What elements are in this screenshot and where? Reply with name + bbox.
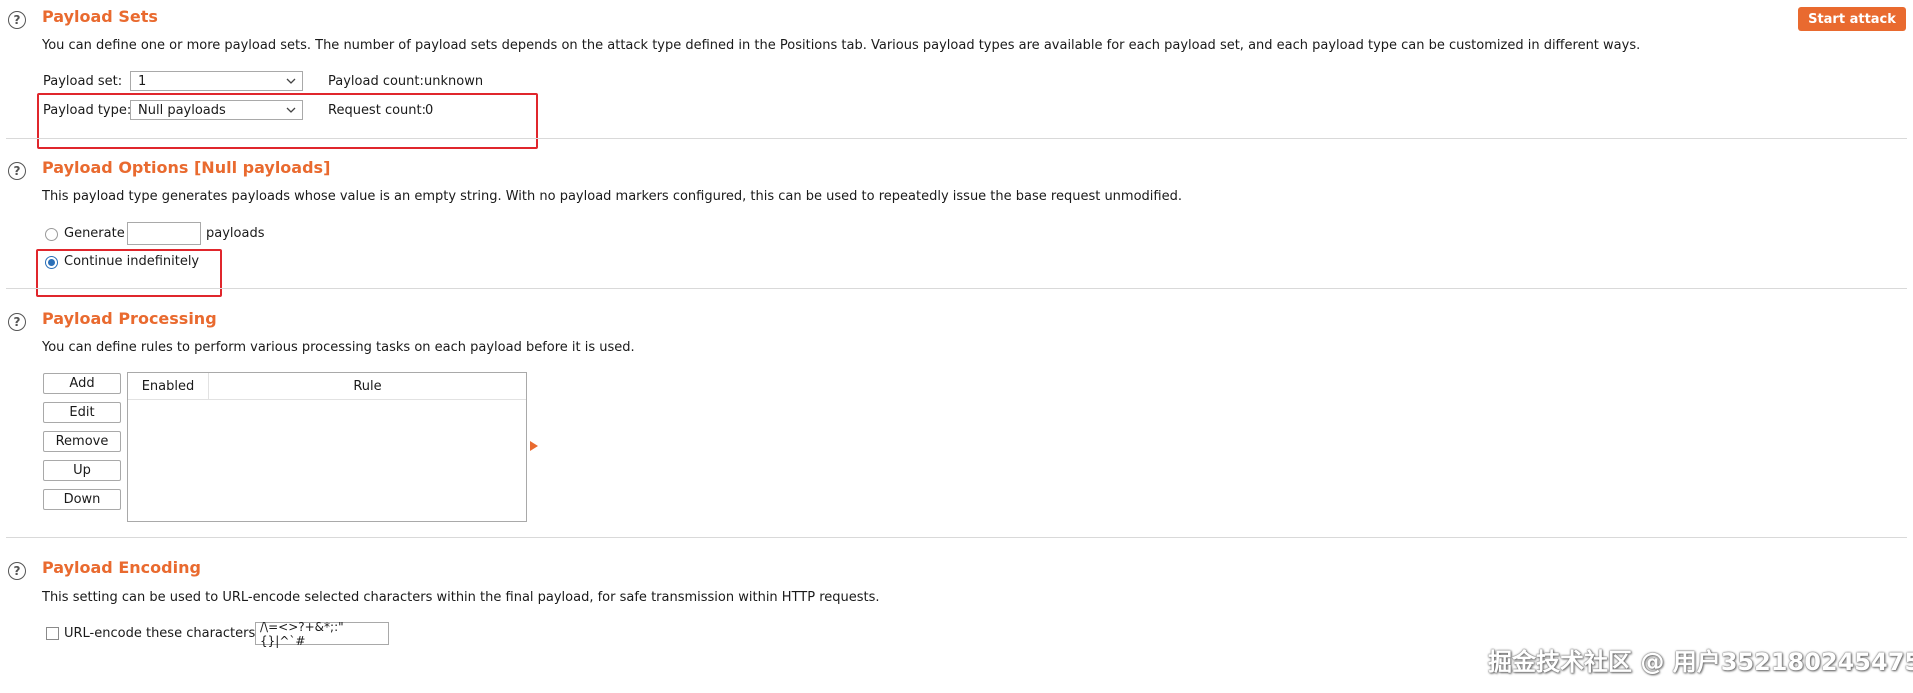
payload-processing-title: Payload Processing bbox=[42, 309, 217, 328]
down-rule-button[interactable]: Down bbox=[43, 489, 121, 510]
table-header: Enabled Rule bbox=[128, 373, 526, 400]
section-divider bbox=[6, 537, 1907, 538]
remove-rule-button[interactable]: Remove bbox=[43, 431, 121, 452]
payload-sets-title: Payload Sets bbox=[42, 7, 158, 26]
help-icon[interactable]: ? bbox=[8, 162, 26, 180]
generate-label: Generate bbox=[64, 226, 125, 241]
watermark-text: 掘金技术社区 @ 用户352180245475 bbox=[1488, 648, 1913, 676]
highlight-box-continue bbox=[36, 249, 222, 297]
column-header-enabled[interactable]: Enabled bbox=[128, 373, 209, 399]
payload-encoding-description: This setting can be used to URL-encode s… bbox=[42, 590, 880, 605]
add-rule-button[interactable]: Add bbox=[43, 373, 121, 394]
section-divider bbox=[6, 138, 1907, 139]
generate-count-input[interactable] bbox=[127, 222, 201, 245]
column-header-rule[interactable]: Rule bbox=[209, 373, 526, 399]
chevron-down-icon bbox=[286, 78, 296, 84]
payload-count-label: Payload count: bbox=[328, 74, 424, 89]
help-icon[interactable]: ? bbox=[8, 313, 26, 331]
section-divider bbox=[6, 288, 1907, 289]
url-encode-characters-input[interactable]: /\=<>?+&*;:"{}|^`# bbox=[255, 620, 389, 648]
payload-set-select[interactable]: 1 bbox=[130, 71, 303, 91]
start-attack-button[interactable]: Start attack bbox=[1798, 7, 1906, 31]
payload-set-label: Payload set: bbox=[43, 74, 123, 89]
url-encode-label: URL-encode these characters: bbox=[64, 626, 260, 641]
payload-set-value: 1 bbox=[138, 73, 147, 89]
edit-rule-button[interactable]: Edit bbox=[43, 402, 121, 423]
payloads-suffix-label: payloads bbox=[206, 226, 265, 241]
highlight-box-payload-type bbox=[37, 93, 538, 149]
payload-sets-description: You can define one or more payload sets.… bbox=[42, 38, 1641, 53]
payload-count-value: unknown bbox=[424, 74, 484, 89]
payload-processing-description: You can define rules to perform various … bbox=[42, 340, 635, 355]
payload-options-title: Payload Options [Null payloads] bbox=[42, 158, 331, 177]
help-icon[interactable]: ? bbox=[8, 562, 26, 580]
generate-radio[interactable] bbox=[45, 228, 58, 241]
payload-options-description: This payload type generates payloads who… bbox=[42, 189, 1182, 204]
url-encode-checkbox[interactable] bbox=[46, 627, 59, 640]
processing-rules-table[interactable]: Enabled Rule bbox=[127, 372, 527, 522]
up-rule-button[interactable]: Up bbox=[43, 460, 121, 481]
payload-encoding-title: Payload Encoding bbox=[42, 558, 201, 577]
help-icon[interactable]: ? bbox=[8, 11, 26, 29]
expand-arrow-icon[interactable] bbox=[530, 441, 538, 451]
